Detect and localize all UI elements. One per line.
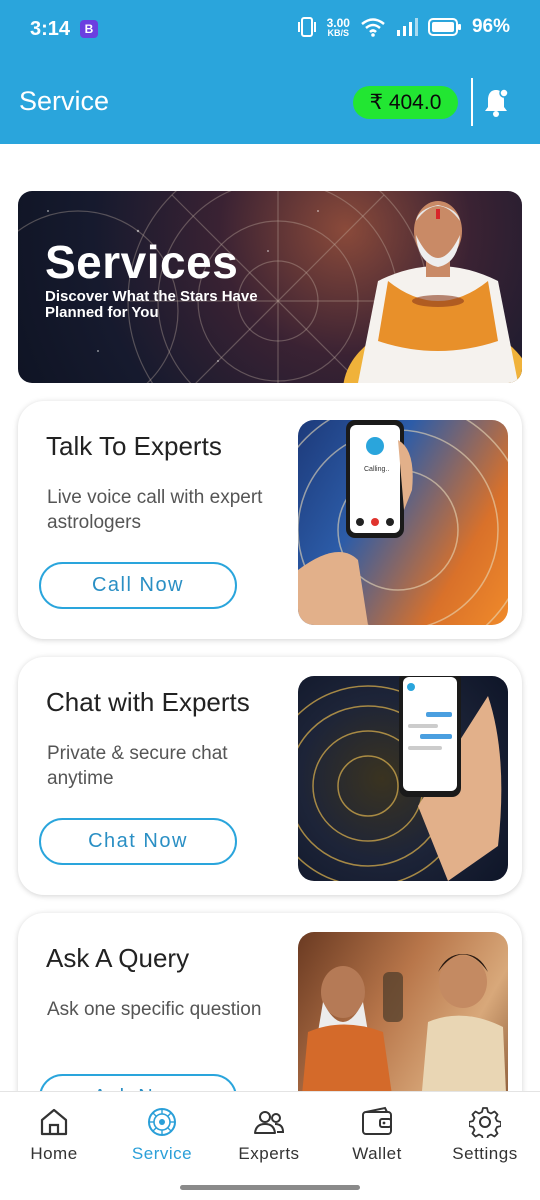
home-indicator[interactable] <box>180 1185 360 1190</box>
network-speed: 3.00 KB/S <box>327 17 350 38</box>
banner-title: Services <box>45 236 239 288</box>
calling-status-text: Calling.. <box>364 466 390 473</box>
nav-label: Experts <box>238 1144 300 1163</box>
nav-wallet[interactable]: Wallet <box>327 1092 427 1182</box>
card-title: Chat with Experts <box>46 687 250 717</box>
battery-icon <box>427 18 461 36</box>
talk-to-experts-card[interactable]: Talk To Experts Live voice call with exp… <box>18 401 522 639</box>
vibrate-icon <box>297 17 316 37</box>
chat-illustration <box>298 676 508 881</box>
nav-label: Settings <box>452 1144 518 1163</box>
nav-home[interactable]: Home <box>4 1092 104 1182</box>
card-title: Ask A Query <box>46 943 190 973</box>
card-description: Ask one specific question <box>47 999 262 1020</box>
nav-label: Service <box>131 1144 193 1163</box>
nav-settings[interactable]: Settings <box>435 1092 535 1182</box>
card-description: Private & secure chat anytime <box>47 743 228 789</box>
home-icon <box>40 1108 68 1136</box>
nav-label: Home <box>30 1144 78 1163</box>
call-now-button[interactable]: Call Now <box>39 562 237 609</box>
page-title: Service <box>19 86 110 116</box>
bottom-navigation: Home Service Experts Wallet Settings <box>0 1091 540 1200</box>
nav-experts[interactable]: Experts <box>219 1092 319 1182</box>
settings-icon <box>469 1107 501 1138</box>
chat-with-experts-card[interactable]: Chat with Experts Private & secure chat … <box>18 657 522 895</box>
network-speed-unit: KB/S <box>327 27 350 38</box>
app-notification-icon: B <box>80 20 98 38</box>
banner-subtitle: Discover What the Stars Have Planned for… <box>45 288 258 321</box>
status-icons: 3.00 KB/S 96% <box>297 16 510 38</box>
wifi-icon <box>361 18 385 37</box>
sage-figure <box>343 201 522 383</box>
network-speed-value: 3.00 <box>326 15 350 30</box>
wallet-balance-button[interactable]: ₹ 404.0 <box>353 86 458 119</box>
nav-service[interactable]: Service <box>112 1092 212 1182</box>
app-bar-divider <box>471 78 473 126</box>
notification-bell-icon[interactable] <box>482 86 510 118</box>
chat-now-button[interactable]: Chat Now <box>39 818 237 865</box>
signal-icon <box>396 18 418 36</box>
card-title: Talk To Experts <box>46 431 222 461</box>
service-icon <box>148 1108 176 1136</box>
battery-percent: 96% <box>471 16 510 37</box>
services-banner: Services Discover What the Stars Have Pl… <box>18 191 522 383</box>
call-illustration: Calling.. <box>298 420 508 625</box>
experts-icon <box>254 1111 285 1134</box>
status-time: 3:14 <box>30 18 71 40</box>
card-description: Live voice call with expert astrologers <box>47 487 263 533</box>
wallet-icon <box>362 1106 392 1135</box>
status-bar: 3:14 B 3.00 KB/S 96% <box>0 0 540 62</box>
app-bar: Service <box>0 62 540 144</box>
nav-label: Wallet <box>352 1144 402 1163</box>
